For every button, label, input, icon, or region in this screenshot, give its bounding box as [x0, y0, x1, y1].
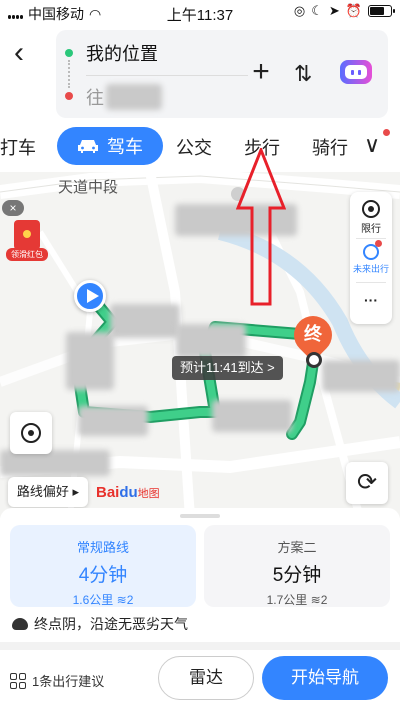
destination-marker-label: 终	[304, 324, 322, 344]
traffic-light-icon: ≋	[310, 593, 321, 607]
tab-bus[interactable]: 公交	[176, 134, 212, 160]
radar-button[interactable]: 雷达	[158, 656, 254, 700]
destination-point-icon	[306, 352, 322, 368]
moon-icon: ☾	[311, 3, 323, 18]
destination-field[interactable]: 往	[86, 84, 104, 110]
map-blur-6	[212, 400, 292, 432]
route-divider	[86, 75, 248, 76]
locate-button[interactable]	[10, 412, 52, 454]
plan-meta: 1.6公里 ≋2	[10, 591, 196, 608]
start-navigation-button[interactable]: 开始导航	[262, 656, 388, 700]
car-icon	[78, 140, 98, 153]
baidu-map-logo: Baidu地图	[96, 484, 160, 501]
red-envelope-promo[interactable]: 领滑红包	[6, 218, 48, 264]
destination-blurred	[106, 84, 162, 110]
annotation-arrow-icon	[236, 148, 286, 306]
logo-du: du	[119, 484, 138, 501]
status-bar: 中国移动 ◠ 上午11:37 ◎ ☾ ➤ ⏰	[0, 0, 400, 26]
eta-badge[interactable]: 预计11:41到达 >	[172, 356, 283, 380]
weather-note: 终点阴，沿途无恶劣天气	[12, 614, 188, 634]
map-blur-2	[110, 304, 180, 338]
route-card: 我的位置 往 + ⇅	[56, 30, 388, 118]
tab-drive[interactable]: 驾车	[57, 127, 163, 165]
plan-duration: 4分钟	[78, 565, 128, 586]
more-modes-chevron-icon[interactable]: ∨	[364, 132, 380, 158]
lock-rotation-icon: ◎	[293, 3, 306, 18]
destination-dot-icon	[65, 92, 73, 100]
plan-name: 常规路线	[76, 540, 129, 555]
crosshair-icon	[21, 423, 41, 443]
plan-card-primary[interactable]: 常规路线 4分钟 1.6公里 ≋2	[10, 525, 196, 607]
traffic-light-icon: ≋	[116, 593, 127, 607]
red-envelope-label: 领滑红包	[6, 248, 48, 261]
plan-lights: 2	[126, 593, 134, 607]
future-trip-button[interactable]: 未来出行	[350, 240, 392, 275]
cloud-icon	[12, 618, 28, 630]
tab-ride[interactable]: 骑行	[312, 134, 348, 160]
plan-lights: 2	[320, 593, 328, 607]
traffic-limit-icon	[362, 200, 380, 218]
travel-advice-label: 1条出行建议	[32, 674, 105, 689]
logo-bai: Bai	[96, 484, 120, 501]
plan-duration: 5分钟	[272, 565, 322, 586]
current-location-arrow-icon	[74, 280, 106, 312]
plan-name: 方案二	[277, 540, 317, 555]
transport-tabs: 打车 驾车 公交 步行 骑行 ∨	[0, 124, 400, 168]
swap-route-button[interactable]: ⇅	[294, 61, 312, 87]
route-preference-button[interactable]: 路线偏好 ▸	[8, 477, 88, 507]
map-blur-4	[176, 324, 246, 358]
traffic-limit-button[interactable]: 限行	[350, 200, 392, 235]
battery-icon	[368, 5, 395, 17]
tab-drive-label: 驾车	[107, 137, 143, 157]
notification-dot	[383, 129, 390, 136]
alarm-icon: ⏰	[345, 3, 362, 18]
map-view[interactable]: 天道中段 × 领滑红包 限行 未来出行 ··· 终 预计11:41到达 > 路线…	[0, 172, 400, 518]
add-waypoint-button[interactable]: +	[248, 57, 274, 87]
origin-dot-icon	[65, 49, 73, 57]
more-options-button[interactable]: ···	[350, 292, 392, 308]
plan-meta: 1.7公里 ≋2	[204, 591, 390, 608]
red-envelope-icon	[14, 220, 40, 250]
plan-distance: 1.7公里	[266, 593, 308, 607]
sheet-handle[interactable]	[180, 514, 220, 518]
plan-card-secondary[interactable]: 方案二 5分钟 1.7公里 ≋2	[204, 525, 390, 607]
sheet-divider	[0, 642, 400, 650]
weather-text: 终点阴，沿途无恶劣天气	[34, 616, 188, 632]
tab-taxi[interactable]: 打车	[0, 134, 36, 160]
route-dotted-line	[68, 60, 70, 88]
voice-assistant-button[interactable]	[340, 60, 372, 84]
route-plans-sheet: 常规路线 4分钟 1.6公里 ≋2 方案二 5分钟 1.7公里 ≋2 终点阴，沿…	[0, 508, 400, 710]
clock-icon	[363, 240, 382, 260]
grid-icon	[10, 672, 26, 689]
plan-distance: 1.6公里	[72, 593, 114, 607]
location-icon: ➤	[328, 3, 340, 18]
origin-field[interactable]: 我的位置	[86, 40, 158, 66]
future-trip-label: 未来出行	[352, 264, 389, 274]
side-panel-divider	[356, 238, 386, 239]
traffic-limit-label: 限行	[361, 224, 381, 235]
road-label: 天道中段	[58, 179, 119, 196]
map-blur-8	[322, 360, 400, 392]
back-button[interactable]: ‹	[14, 38, 42, 68]
map-side-panel: 限行 未来出行 ···	[350, 192, 392, 324]
assistant-icon	[345, 65, 367, 79]
status-right: ◎ ☾ ➤ ⏰	[293, 3, 395, 19]
logo-suffix: 地图	[137, 488, 160, 500]
map-blur-5	[78, 406, 148, 436]
refresh-route-button[interactable]: ⟳	[346, 462, 388, 504]
close-promo-button[interactable]: ×	[2, 200, 24, 216]
travel-advice-button[interactable]: 1条出行建议	[10, 671, 104, 690]
map-blur-3	[66, 332, 114, 390]
side-panel-divider	[356, 282, 386, 283]
